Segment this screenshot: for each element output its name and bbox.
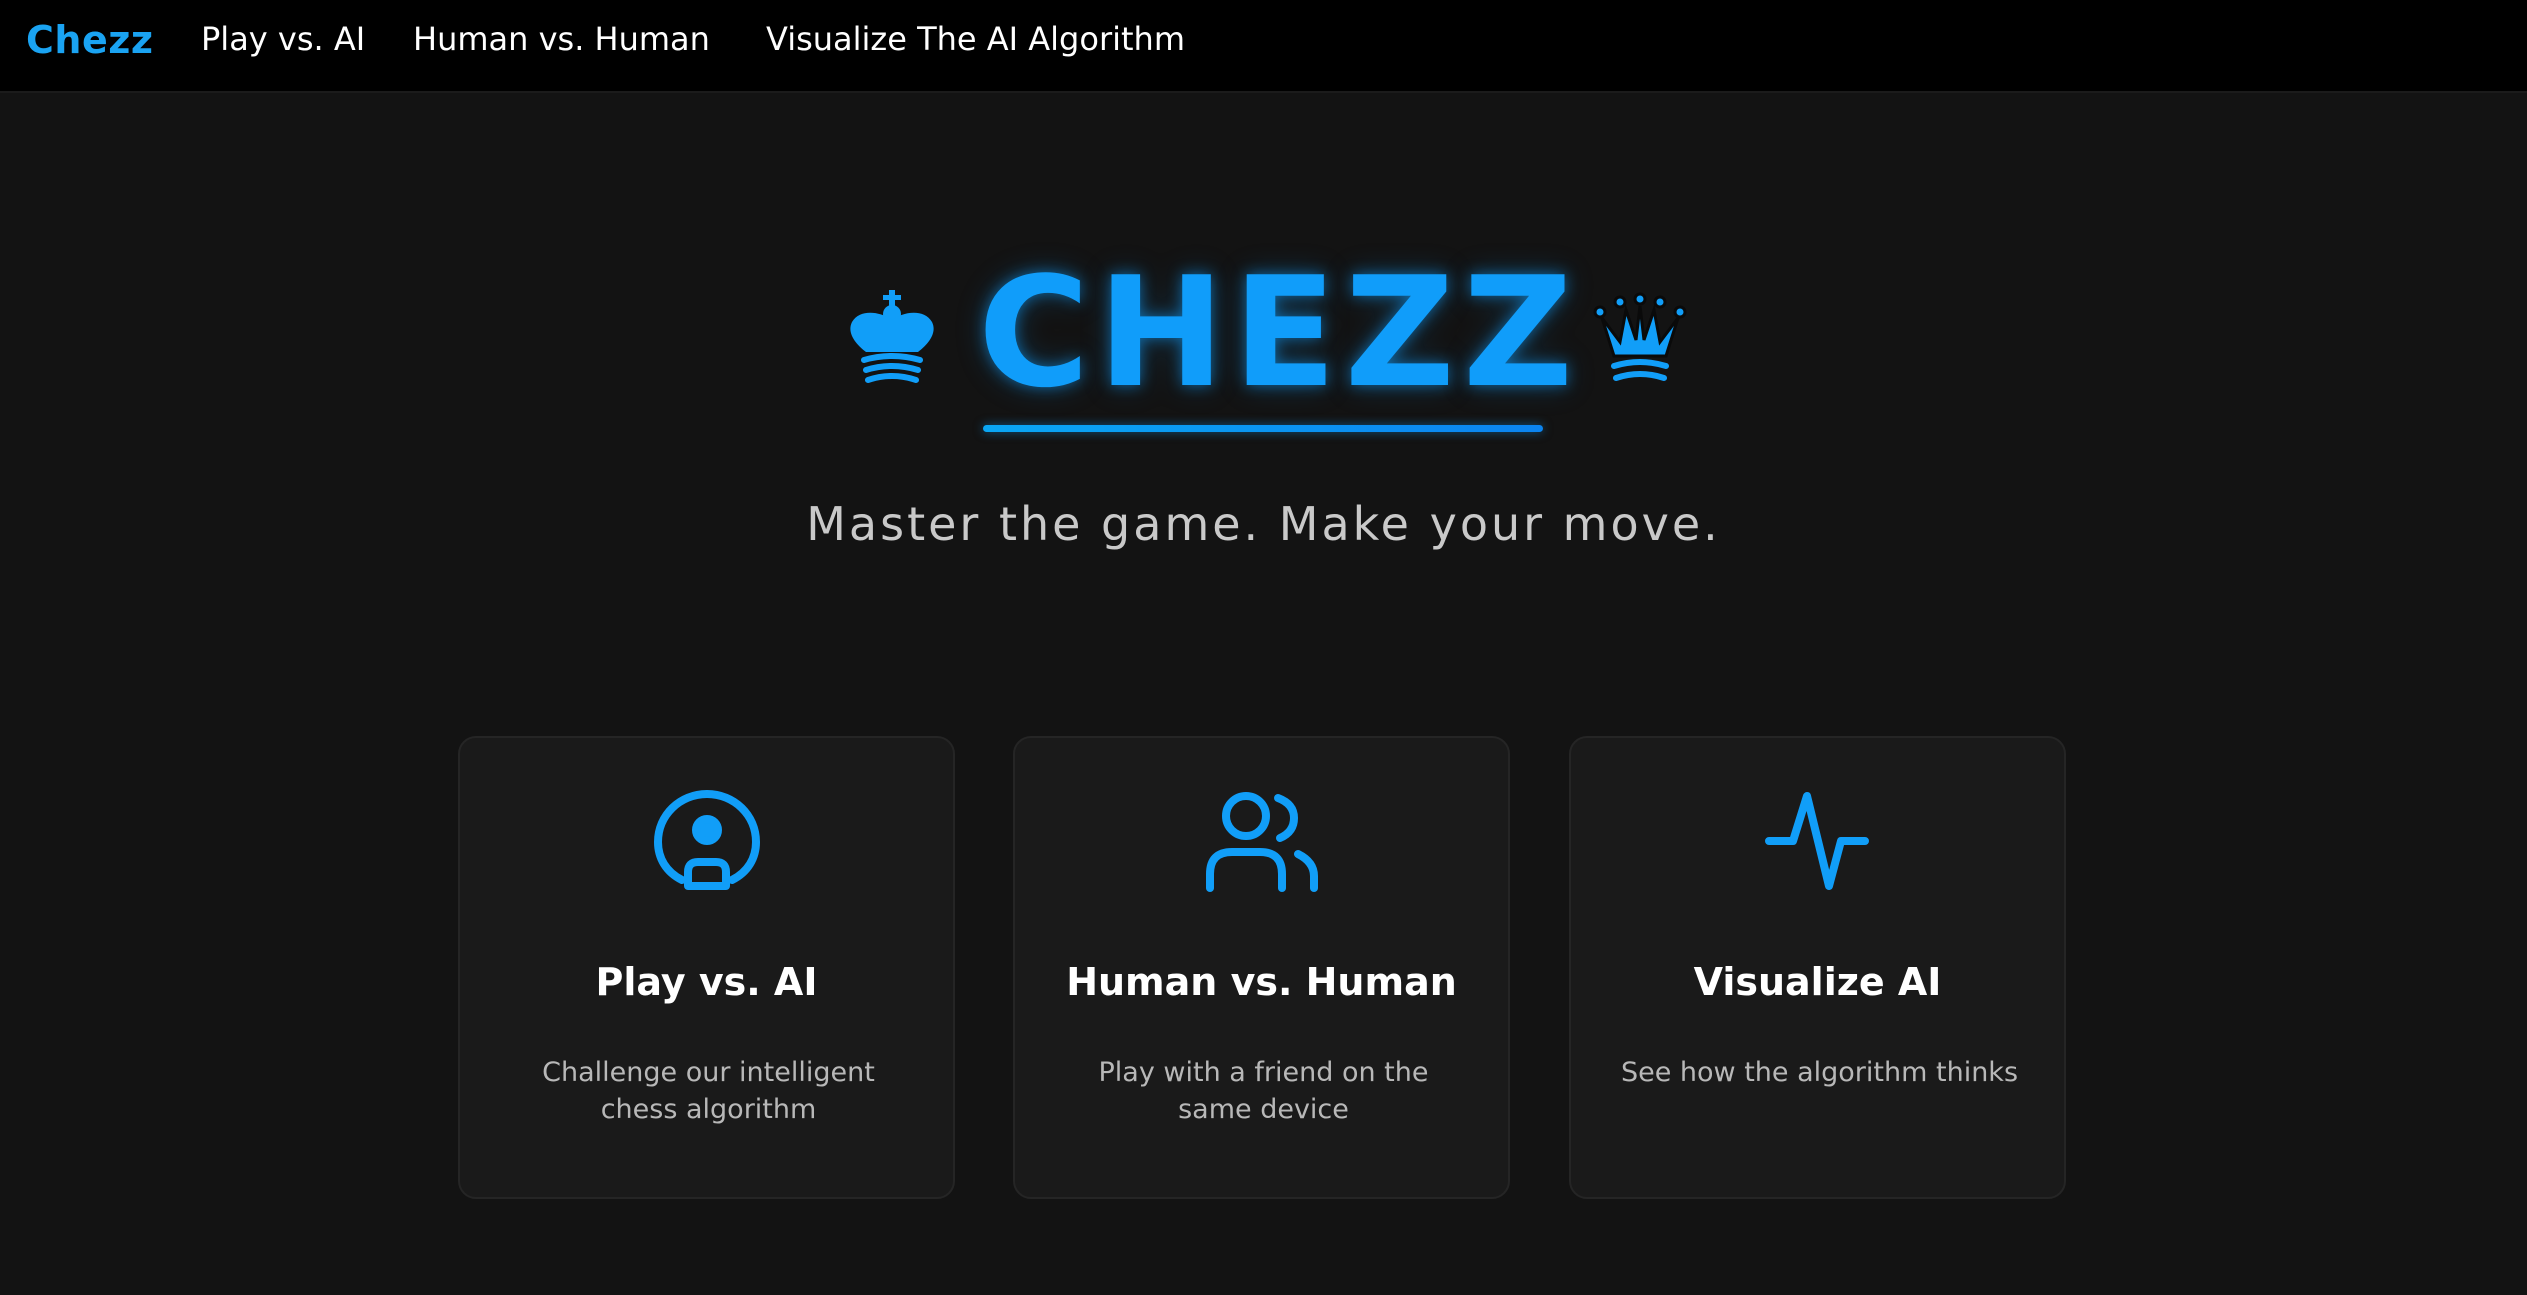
brand-logo[interactable]: Chezz — [26, 18, 153, 62]
nav-link-play-vs-ai[interactable]: Play vs. AI — [201, 20, 365, 58]
hero-tagline: Master the game. Make your move. — [806, 497, 1721, 551]
card-visualize-ai[interactable]: Visualize AI See how the algorithm think… — [1569, 736, 2066, 1199]
card-play-vs-ai[interactable]: Play vs. AI Challenge our intelligent ch… — [458, 736, 955, 1199]
top-navbar: Chezz Play vs. AI Human vs. Human Visual… — [0, 0, 2527, 93]
card-title: Play vs. AI — [595, 960, 818, 1004]
card-title: Visualize AI — [1693, 960, 1942, 1004]
hero-underline — [983, 425, 1543, 432]
robot-icon — [460, 786, 953, 896]
card-title: Human vs. Human — [1066, 960, 1457, 1004]
chess-queen-icon — [1590, 290, 1690, 390]
card-description: See how the algorithm thinks — [1620, 1057, 2019, 1088]
chess-king-icon — [842, 290, 942, 390]
card-description: Challenge our intelligent chess algorith… — [542, 1057, 875, 1125]
hero-title: CHEZZ — [978, 244, 1582, 421]
hero-section: CHEZZ — [0, 230, 2527, 450]
card-human-vs-human[interactable]: Human vs. Human Play with a friend on th… — [1013, 736, 1510, 1199]
activity-icon — [1571, 786, 2064, 896]
nav-link-visualize-ai-algorithm[interactable]: Visualize The AI Algorithm — [766, 20, 1185, 58]
users-icon — [1015, 786, 1508, 896]
card-description: Play with a friend on the same device — [1098, 1057, 1429, 1125]
nav-link-human-vs-human[interactable]: Human vs. Human — [413, 20, 710, 58]
